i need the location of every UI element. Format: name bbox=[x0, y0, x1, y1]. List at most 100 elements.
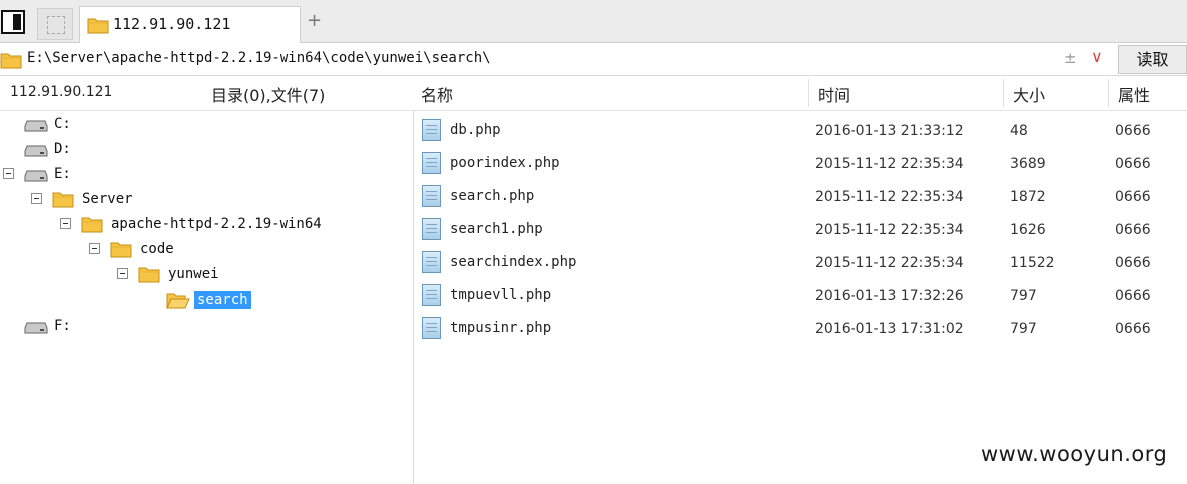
tree-node-drive-c[interactable]: C: bbox=[0, 114, 400, 136]
drive-icon bbox=[24, 170, 48, 182]
file-size: 48 bbox=[1010, 123, 1028, 139]
plus-minus-icon[interactable]: ± bbox=[1064, 49, 1077, 67]
item-count-label: 目录(0),文件(7) bbox=[211, 86, 326, 105]
tree-node-label: C: bbox=[54, 116, 71, 132]
tab-label: 112.91.90.121 bbox=[113, 15, 231, 33]
file-name: poorindex.php bbox=[450, 155, 560, 171]
file-time: 2015-11-12 22:35:34 bbox=[815, 156, 964, 172]
file-size: 3689 bbox=[1010, 156, 1046, 172]
file-list: db.php 2016-01-13 21:33:12 48 0666 poori… bbox=[414, 111, 1187, 484]
tree-node-server[interactable]: Server bbox=[0, 189, 400, 211]
file-row[interactable]: search1.php 2015-11-12 22:35:34 1626 066… bbox=[414, 213, 1187, 246]
file-attr: 0666 bbox=[1115, 222, 1151, 238]
column-header-size[interactable]: 大小 bbox=[1013, 82, 1045, 106]
tab-bar: 112.91.90.121 + bbox=[0, 0, 1187, 43]
collapse-toggle-icon[interactable] bbox=[89, 243, 100, 254]
file-time: 2016-01-13 17:31:02 bbox=[815, 321, 964, 337]
folder-icon bbox=[0, 53, 22, 69]
php-file-icon bbox=[422, 218, 441, 240]
drive-icon bbox=[24, 322, 48, 334]
file-time: 2015-11-12 22:35:34 bbox=[815, 222, 964, 238]
php-file-icon bbox=[422, 185, 441, 207]
column-divider[interactable] bbox=[808, 79, 809, 107]
tree-node-label: F: bbox=[54, 318, 71, 334]
file-row[interactable]: tmpuevll.php 2016-01-13 17:32:26 797 066… bbox=[414, 279, 1187, 312]
file-size: 11522 bbox=[1010, 255, 1055, 271]
php-file-icon bbox=[422, 284, 441, 306]
tree-node-apache[interactable]: apache-httpd-2.2.19-win64 bbox=[0, 214, 400, 236]
file-row[interactable]: poorindex.php 2015-11-12 22:35:34 3689 0… bbox=[414, 147, 1187, 180]
read-button[interactable]: 读取 bbox=[1118, 45, 1187, 74]
collapse-toggle-icon[interactable] bbox=[3, 168, 14, 179]
add-tab-button[interactable]: + bbox=[307, 12, 322, 30]
file-size: 1872 bbox=[1010, 189, 1046, 205]
file-attr: 0666 bbox=[1115, 288, 1151, 304]
column-header-name[interactable]: 名称 bbox=[421, 82, 453, 106]
file-size: 797 bbox=[1010, 288, 1037, 304]
tree-node-label: E: bbox=[54, 166, 71, 182]
tree-node-drive-d[interactable]: D: bbox=[0, 139, 400, 161]
collapse-toggle-icon[interactable] bbox=[117, 268, 128, 279]
collapse-toggle-icon[interactable] bbox=[31, 193, 42, 204]
file-time: 2015-11-12 22:35:34 bbox=[815, 189, 964, 205]
file-attr: 0666 bbox=[1115, 156, 1151, 172]
tree-node-label: Server bbox=[82, 191, 133, 207]
file-time: 2015-11-12 22:35:34 bbox=[815, 255, 964, 271]
directory-tree: C: D: E: Server apache-httpd-2.2.19-win6… bbox=[0, 111, 413, 484]
column-header-row: 112.91.90.121 目录(0),文件(7) 名称 时间 大小 属性 bbox=[0, 76, 1187, 111]
address-bar: E:\Server\apache-httpd-2.2.19-win64\code… bbox=[0, 44, 1187, 76]
tree-node-drive-e[interactable]: E: bbox=[0, 164, 400, 186]
column-header-time[interactable]: 时间 bbox=[818, 82, 850, 106]
file-row[interactable]: searchindex.php 2015-11-12 22:35:34 1152… bbox=[414, 246, 1187, 279]
blank-tab-icon[interactable] bbox=[37, 8, 73, 40]
panel-toggle-icon[interactable] bbox=[1, 10, 25, 34]
tree-node-search[interactable]: search bbox=[0, 290, 400, 312]
collapse-toggle-icon[interactable] bbox=[60, 218, 71, 229]
file-time: 2016-01-13 17:32:26 bbox=[815, 288, 964, 304]
tree-node-drive-f[interactable]: F: bbox=[0, 316, 400, 338]
chevron-down-icon[interactable]: ∨ bbox=[1091, 47, 1103, 66]
php-file-icon bbox=[422, 317, 441, 339]
drive-icon bbox=[24, 145, 48, 157]
tree-node-yunwei[interactable]: yunwei bbox=[0, 264, 400, 286]
tree-node-label: yunwei bbox=[168, 266, 219, 282]
file-row[interactable]: tmpusinr.php 2016-01-13 17:31:02 797 066… bbox=[414, 312, 1187, 345]
host-label: 112.91.90.121 bbox=[10, 84, 113, 100]
file-attr: 0666 bbox=[1115, 255, 1151, 271]
folder-icon bbox=[110, 242, 132, 258]
drive-icon bbox=[24, 120, 48, 132]
folder-open-icon bbox=[166, 293, 190, 309]
folder-icon bbox=[81, 217, 103, 233]
tree-node-code[interactable]: code bbox=[0, 239, 400, 261]
file-name: tmpusinr.php bbox=[450, 320, 552, 336]
column-header-attr[interactable]: 属性 bbox=[1118, 82, 1150, 106]
column-divider[interactable] bbox=[1108, 79, 1109, 107]
tree-node-label: code bbox=[140, 241, 174, 257]
folder-icon bbox=[87, 18, 109, 34]
file-name: searchindex.php bbox=[450, 254, 577, 270]
file-size: 797 bbox=[1010, 321, 1037, 337]
file-attr: 0666 bbox=[1115, 123, 1151, 139]
column-divider[interactable] bbox=[1003, 79, 1004, 107]
folder-icon bbox=[138, 267, 160, 283]
tree-node-label: D: bbox=[54, 141, 71, 157]
tab-host[interactable]: 112.91.90.121 bbox=[79, 6, 301, 43]
watermark: www.wooyun.org bbox=[981, 442, 1168, 466]
file-attr: 0666 bbox=[1115, 189, 1151, 205]
file-size: 1626 bbox=[1010, 222, 1046, 238]
file-name: db.php bbox=[450, 122, 501, 138]
path-input[interactable]: E:\Server\apache-httpd-2.2.19-win64\code… bbox=[27, 50, 491, 66]
file-name: search.php bbox=[450, 188, 535, 204]
tree-node-label-selected: search bbox=[194, 291, 251, 309]
folder-icon bbox=[52, 192, 74, 208]
file-row[interactable]: search.php 2015-11-12 22:35:34 1872 0666 bbox=[414, 180, 1187, 213]
tree-node-label: apache-httpd-2.2.19-win64 bbox=[111, 216, 322, 232]
file-name: tmpuevll.php bbox=[450, 287, 552, 303]
php-file-icon bbox=[422, 152, 441, 174]
php-file-icon bbox=[422, 119, 441, 141]
file-name: search1.php bbox=[450, 221, 543, 237]
file-time: 2016-01-13 21:33:12 bbox=[815, 123, 964, 139]
file-row[interactable]: db.php 2016-01-13 21:33:12 48 0666 bbox=[414, 114, 1187, 147]
php-file-icon bbox=[422, 251, 441, 273]
file-attr: 0666 bbox=[1115, 321, 1151, 337]
